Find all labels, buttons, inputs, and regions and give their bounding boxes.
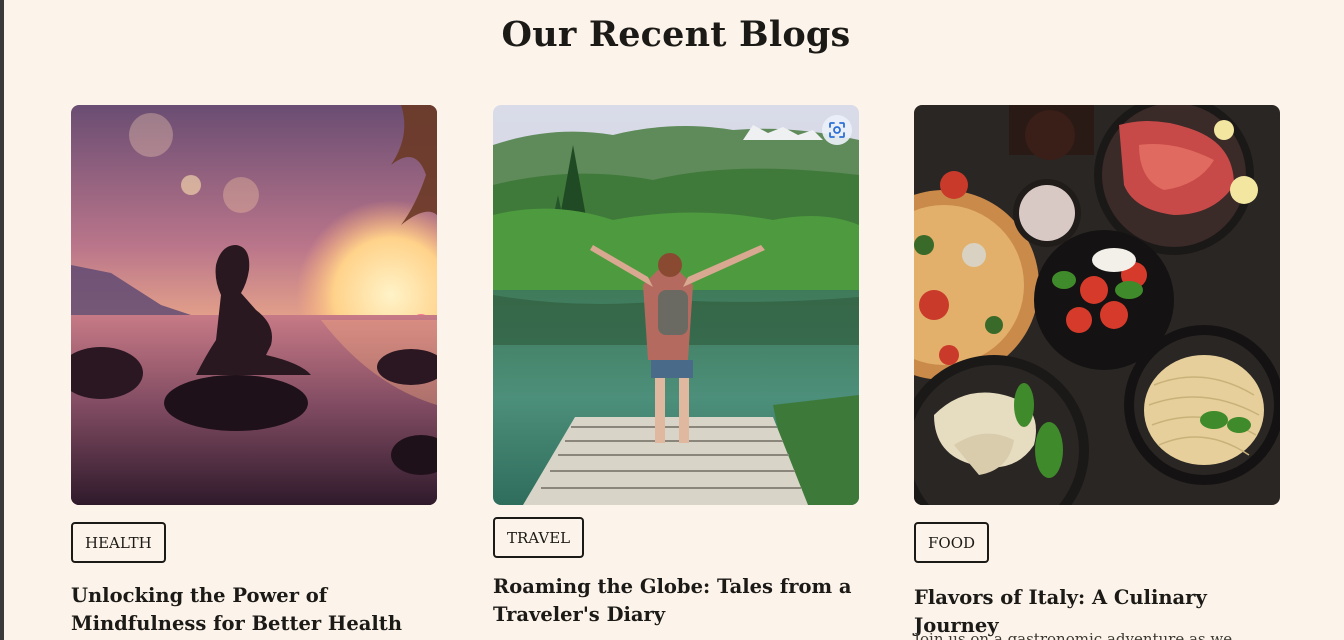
blog-image-mindfulness[interactable] [71,105,437,505]
tag-food[interactable]: FOOD [914,522,990,563]
blog-title-traveler[interactable]: Roaming the Globe: Tales from a Traveler… [493,573,859,629]
section-title: Our Recent Blogs [501,14,851,55]
lake-traveler-image [493,105,859,505]
visual-search-icon[interactable] [822,115,852,145]
tag-health[interactable]: HEALTH [71,522,166,563]
tag-travel[interactable]: TRAVEL [493,517,585,558]
blog-section: Our Recent Blogs HEALTH Unlocking the Po… [4,0,1344,640]
blog-excerpt-italy: Join us on a gastronomic adventure as we… [914,630,1233,640]
blog-image-italy[interactable] [914,105,1280,505]
blog-title-mindfulness[interactable]: Unlocking the Power of Mindfulness for B… [71,582,437,638]
italian-food-image [914,105,1280,505]
yoga-sunset-image [71,105,437,505]
blog-image-traveler[interactable] [493,105,859,505]
